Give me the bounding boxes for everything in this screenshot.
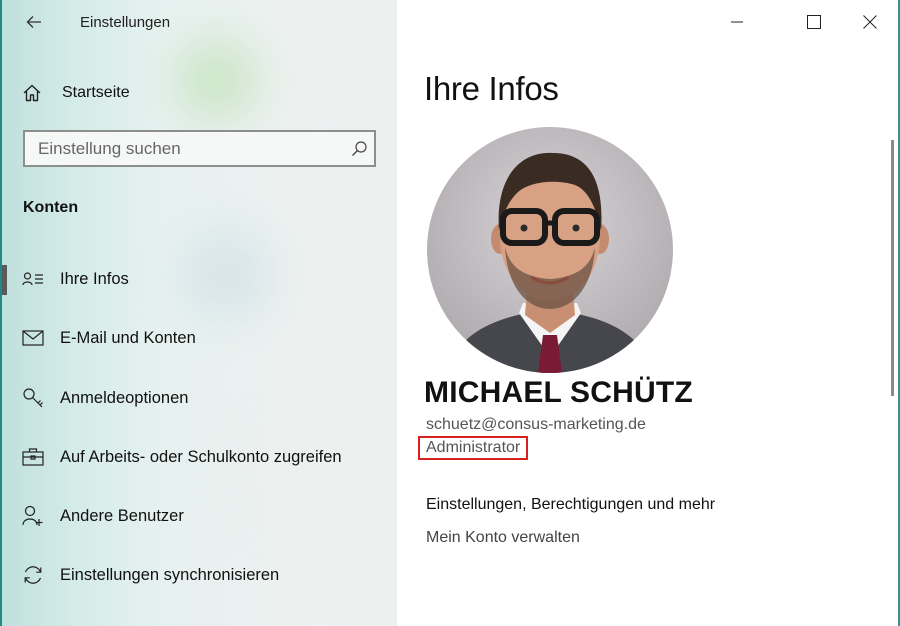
sidebar-item-home[interactable]: Startseite: [22, 80, 130, 106]
page-title: Ihre Infos: [424, 70, 559, 107]
settings-window: Einstellungen Startseite Konten: [0, 0, 900, 626]
sidebar-item-label: E-Mail und Konten: [60, 328, 196, 347]
minimize-icon: [731, 21, 743, 23]
avatar: [427, 127, 673, 373]
user-role-badge: Administrator: [418, 436, 529, 460]
back-button[interactable]: [18, 8, 50, 36]
sync-icon: [21, 564, 45, 586]
sidebar-item-label: Auf Arbeits- oder Schulkonto zugreifen: [60, 447, 342, 466]
sidebar-item-ihre-infos[interactable]: Ihre Infos: [2, 257, 395, 301]
selection-indicator: [2, 265, 7, 295]
search-input[interactable]: [25, 131, 344, 166]
person-card-icon: [21, 268, 45, 290]
key-icon: [21, 387, 45, 409]
app-title: Einstellungen: [80, 14, 171, 31]
settings-permissions-heading: Einstellungen, Berechtigungen und mehr: [426, 496, 716, 513]
sidebar-item-other-users[interactable]: Andere Benutzer: [2, 494, 395, 538]
close-icon: [863, 15, 877, 29]
sidebar-item-label: Ihre Infos: [60, 269, 129, 288]
back-arrow-icon: [26, 16, 41, 28]
section-title-konten: Konten: [23, 199, 79, 216]
sidebar-item-sync-settings[interactable]: Einstellungen synchronisieren: [2, 553, 395, 597]
window-edge-left: [0, 0, 2, 626]
sidebar-item-work-school[interactable]: Auf Arbeits- oder Schulkonto zugreifen: [2, 435, 395, 479]
sidebar-item-label: Andere Benutzer: [60, 506, 184, 525]
sidebar-item-sign-in-options[interactable]: Anmeldeoptionen: [2, 376, 395, 420]
minimize-button[interactable]: [714, 6, 760, 38]
manage-account-link[interactable]: Mein Konto verwalten: [426, 529, 580, 547]
sidebar-item-email-accounts[interactable]: E-Mail und Konten: [2, 316, 395, 360]
add-person-icon: [21, 505, 45, 527]
sidebar-item-home-label: Startseite: [62, 84, 130, 101]
search-box[interactable]: [23, 130, 376, 167]
close-button[interactable]: [847, 6, 893, 38]
user-name: MICHAEL SCHÜTZ: [424, 376, 693, 409]
user-email: schuetz@consus-marketing.de: [426, 416, 646, 433]
mail-icon: [21, 327, 45, 349]
sidebar-item-label: Einstellungen synchronisieren: [60, 565, 280, 584]
scrollbar[interactable]: [891, 140, 894, 396]
search-icon[interactable]: [344, 140, 374, 158]
main-content: Ihre Infos MICHAEL SCHÜTZ schuetz@consus…: [397, 0, 898, 626]
home-icon: [23, 84, 41, 102]
sidebar: Einstellungen Startseite Konten: [2, 0, 397, 626]
acrylic-blur-blob: [177, 40, 257, 120]
user-role-label: Administrator: [426, 439, 521, 456]
sidebar-item-label: Anmeldeoptionen: [60, 388, 189, 407]
briefcase-icon: [21, 446, 45, 468]
maximize-icon: [807, 15, 821, 29]
maximize-button[interactable]: [791, 6, 837, 38]
